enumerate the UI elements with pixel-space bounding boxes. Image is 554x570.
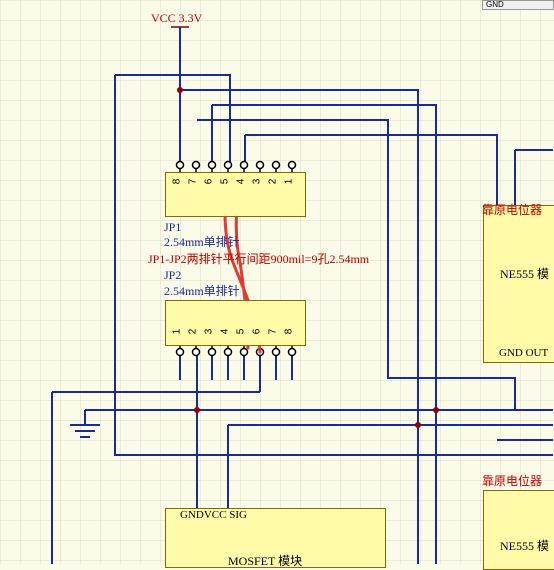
jp2-comment: 2.54mm单排针	[164, 284, 240, 298]
jp2-designator: JP2	[164, 268, 182, 282]
corner-gnd-tag: GND	[482, 0, 554, 10]
grid-background	[0, 0, 554, 564]
mosfet-name: MOSFET 模块	[228, 554, 303, 568]
jp1-designator: JP1	[164, 220, 182, 234]
schematic-canvas[interactable]	[0, 0, 554, 564]
jp2-header[interactable]	[165, 300, 306, 346]
ne555-module-bottom[interactable]	[483, 490, 554, 570]
corner-gnd-text: GND	[486, 0, 504, 9]
ne555-top-name: NE555 模	[500, 267, 549, 281]
ne555-top-header: 靠原电位器	[482, 203, 543, 217]
ne555-module-top[interactable]	[483, 205, 554, 363]
jp1-comment: 2.54mm单排针	[164, 235, 240, 249]
ne555-top-pins: GND OUT	[499, 347, 549, 359]
parallel-spacing-note: JP1-JP2两排针平行间距900mil=9孔2.54mm	[148, 252, 370, 266]
mosfet-pins: GNDVCC SIG	[180, 509, 247, 521]
vcc-label: VCC 3.3V	[151, 11, 203, 25]
ne555-bottom-name: NE555 模	[500, 539, 549, 553]
ne555-bottom-header: 靠原电位器	[482, 474, 543, 488]
